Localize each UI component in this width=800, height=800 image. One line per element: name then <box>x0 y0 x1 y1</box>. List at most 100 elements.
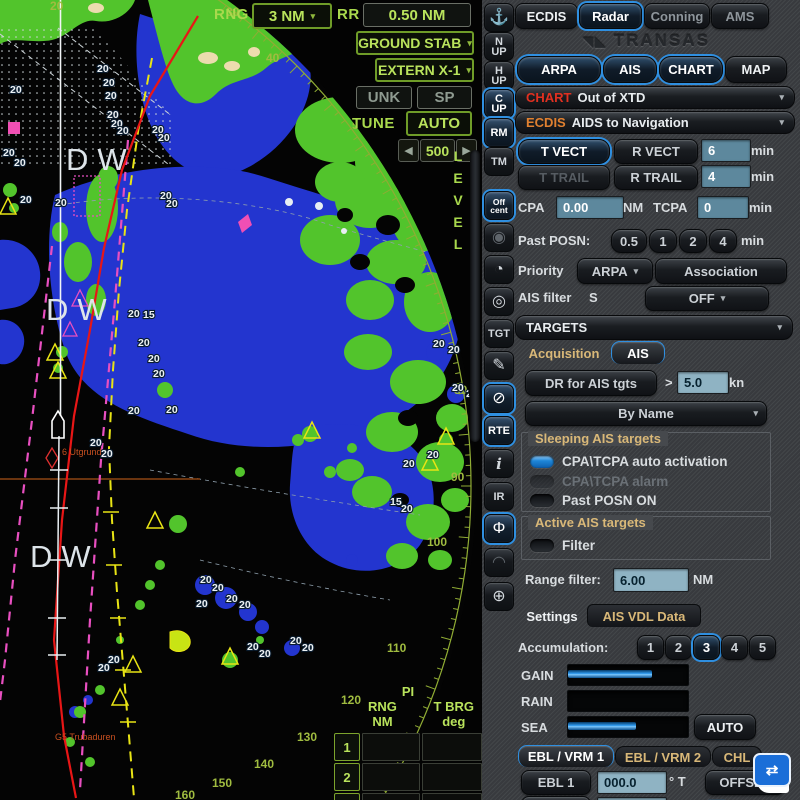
dr-speed-input[interactable]: 5.0 <box>677 371 729 394</box>
info-button[interactable]: i <box>484 449 514 478</box>
pi-title: PI <box>334 684 482 699</box>
globe-icon[interactable]: ⊕ <box>484 582 514 611</box>
filter-toggle[interactable] <box>530 539 554 552</box>
route-button[interactable]: RTE <box>484 416 514 445</box>
tune-auto-button[interactable]: AUTO <box>406 111 472 136</box>
course-up-button[interactable]: CUP <box>484 89 514 118</box>
chart-alert-bar[interactable]: CHART Out of XTD ▾ <box>515 86 795 109</box>
target-rings-icon[interactable]: ◎ <box>484 287 514 316</box>
tune-decrease-button[interactable]: ◀ <box>398 139 419 162</box>
target-button[interactable]: TGT <box>484 319 514 348</box>
pi-row-3-button[interactable]: 3 <box>334 793 360 800</box>
tab-ebl-vrm-1[interactable]: EBL / VRM 1 <box>518 745 614 767</box>
sort-select[interactable]: By Name ▾ <box>525 401 767 426</box>
scanner-select[interactable]: EXTERN X-1 ▾ <box>375 58 474 82</box>
tab-ams[interactable]: AMS <box>711 3 769 29</box>
svg-text:150: 150 <box>212 776 232 790</box>
relative-motion-button[interactable]: RM <box>484 118 514 147</box>
true-vector-button[interactable]: T VECT <box>518 139 610 164</box>
ebl-1-button[interactable]: EBL 1 <box>521 770 591 795</box>
ecdis-alert-bar[interactable]: ECDIS AIDS to Navigation ▾ <box>515 111 795 134</box>
radar-display-area[interactable]: 2030405060708090100110120130140150160 20… <box>0 0 482 800</box>
dr-for-ais-button[interactable]: DR for AIS tgts <box>525 370 657 396</box>
cpa-auto-activation-toggle[interactable] <box>530 455 554 468</box>
svg-text:90: 90 <box>451 470 465 484</box>
priority-select[interactable]: ARPA ▾ <box>577 258 653 284</box>
gain-slider[interactable] <box>567 664 689 686</box>
cpa-alarm-toggle[interactable] <box>530 475 554 488</box>
map-button[interactable]: MAP <box>725 56 787 83</box>
tab-radar[interactable]: Radar <box>579 3 642 29</box>
svg-text:20: 20 <box>200 574 212 586</box>
past-posn-05-button[interactable]: 0.5 <box>611 229 647 253</box>
arpa-button[interactable]: ARPA <box>517 56 601 83</box>
interference-rejection-button[interactable]: IR <box>484 482 514 511</box>
chart-button[interactable]: CHART <box>659 56 723 83</box>
gain-label: GAIN <box>521 668 554 683</box>
vector-min-label: min <box>751 143 774 158</box>
curve-icon[interactable]: ◠ <box>484 548 514 577</box>
range-filter-input[interactable]: 6.00 <box>613 568 689 592</box>
range-filter-nm-label: NM <box>693 572 713 587</box>
off-center-button[interactable]: Offcent <box>484 191 514 220</box>
past-posn-4-button[interactable]: 4 <box>709 229 737 253</box>
pi-row-1-button[interactable]: 1 <box>334 733 360 761</box>
svg-text:20: 20 <box>403 458 415 470</box>
auto-gain-button[interactable]: AUTO <box>694 714 756 740</box>
ais-disable-icon[interactable]: ⊘ <box>484 384 514 413</box>
ship-icon[interactable]: ⚓ <box>484 3 514 32</box>
range-select[interactable]: 3 NM ▾ <box>252 3 332 29</box>
teamviewer-icon[interactable]: ⇄ <box>753 753 793 795</box>
relative-vector-button[interactable]: R VECT <box>614 139 698 164</box>
tab-acquisition[interactable]: Acquisition <box>519 343 609 363</box>
tcpa-min-label: min <box>749 200 772 215</box>
pi-col-deg: deg <box>434 714 474 729</box>
tab-ebl-vrm-2[interactable]: EBL / VRM 2 <box>615 746 711 767</box>
sea-slider[interactable] <box>567 716 689 738</box>
accumulation-2-button[interactable]: 2 <box>665 635 692 660</box>
past-posn-1-button[interactable]: 1 <box>649 229 677 253</box>
ais-button[interactable]: AIS <box>603 56 657 83</box>
north-up-button[interactable]: NUP <box>484 32 514 61</box>
tab-ais-vdl-data[interactable]: AIS VDL Data <box>587 604 701 627</box>
split-circle-icon[interactable]: Φ <box>484 514 514 543</box>
stabilization-select[interactable]: GROUND STAB ▾ <box>356 31 474 55</box>
accumulation-3-button[interactable]: 3 <box>693 635 720 660</box>
tab-conning[interactable]: Conning <box>644 3 710 29</box>
chevron-down-icon: ▾ <box>311 11 316 22</box>
svg-text:20: 20 <box>108 654 120 666</box>
rain-slider[interactable] <box>567 690 689 712</box>
svg-text:20: 20 <box>128 308 140 320</box>
tab-ais-targets[interactable]: AIS <box>611 341 665 364</box>
vector-time-input[interactable]: 6 <box>701 139 751 162</box>
targets-bar[interactable]: TARGETS ▾ <box>515 315 793 340</box>
unk-button[interactable]: UNK <box>356 86 412 109</box>
vrm-1-button[interactable]: VRM 1 <box>521 796 591 800</box>
tcpa-input[interactable]: 0 <box>697 196 749 219</box>
short-pulse-button[interactable]: SP <box>417 86 472 109</box>
association-button[interactable]: Association <box>655 258 787 284</box>
past-posn-on-toggle[interactable] <box>530 494 554 507</box>
accumulation-5-button[interactable]: 5 <box>749 635 776 660</box>
tab-ecdis[interactable]: ECDIS <box>515 3 578 29</box>
ebl-1-input[interactable]: 000.0 <box>597 771 667 794</box>
true-trail-button[interactable]: T TRAIL <box>518 165 610 190</box>
accumulation-4-button[interactable]: 4 <box>721 635 748 660</box>
relative-trail-button[interactable]: R TRAIL <box>614 165 698 190</box>
ring-range-value: 0.50 NM <box>363 3 471 27</box>
tab-settings[interactable]: Settings <box>521 606 583 626</box>
past-posn-2-button[interactable]: 2 <box>679 229 707 253</box>
accumulation-1-button[interactable]: 1 <box>637 635 664 660</box>
ais-filter-select[interactable]: OFF ▾ <box>645 286 769 311</box>
pi-col-nm: NM <box>368 714 397 729</box>
pi-row-2-button[interactable]: 2 <box>334 763 360 791</box>
trail-time-input[interactable]: 4 <box>701 165 751 188</box>
cpa-input[interactable]: 0.00 <box>556 196 624 219</box>
timer-icon[interactable]: ◔ <box>484 255 514 284</box>
draw-tool-icon[interactable]: ✎ <box>484 351 514 380</box>
level-slider[interactable] <box>470 150 480 442</box>
ecdis-alert-prefix: ECDIS <box>526 115 566 130</box>
head-up-button[interactable]: HUP <box>484 61 514 90</box>
anchor-watch-icon[interactable]: ◉ <box>484 223 514 252</box>
true-motion-button[interactable]: TM <box>484 147 514 176</box>
